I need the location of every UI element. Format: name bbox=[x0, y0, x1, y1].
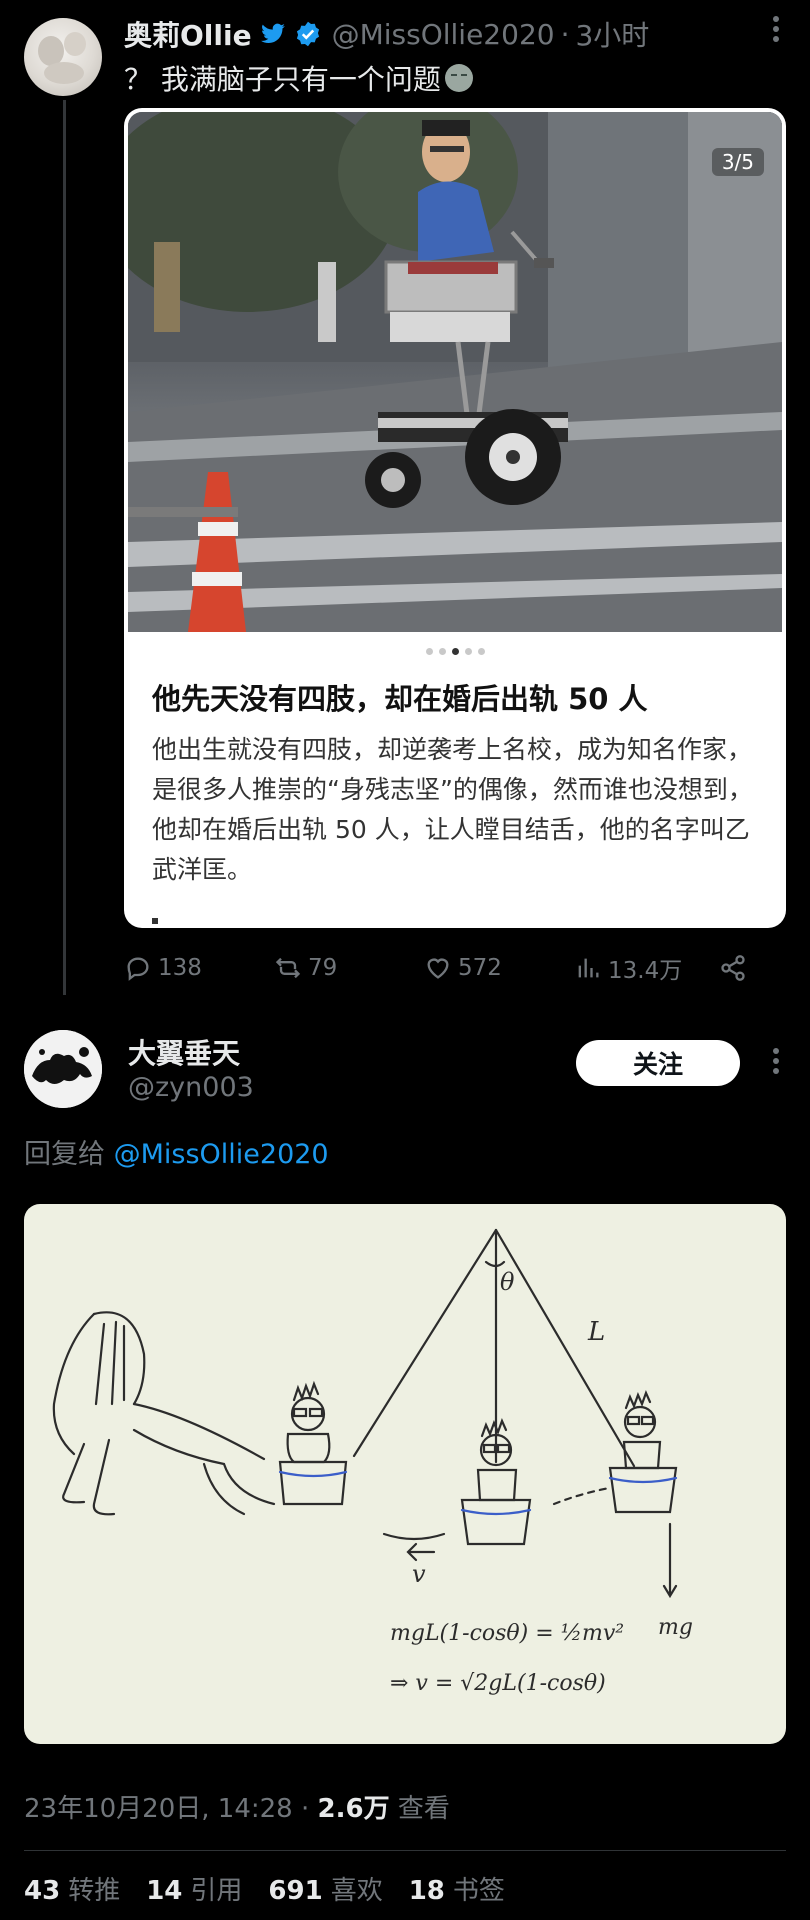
like-icon bbox=[427, 958, 449, 979]
map-silhouette-avatar bbox=[24, 1030, 102, 1108]
carousel-dot[interactable] bbox=[438, 648, 446, 655]
carousel-dot[interactable] bbox=[477, 648, 485, 655]
carousel-dot-active[interactable] bbox=[451, 648, 459, 655]
length-label: L bbox=[587, 1317, 605, 1347]
retweet-icon bbox=[275, 957, 301, 979]
retweets-stat-count: 43 bbox=[24, 1876, 61, 1906]
tweet-header: 奥莉Ollie @MissOllie2020 · 3小时 bbox=[124, 14, 649, 54]
velocity-equation: ⇒ v = √2gL(1-cosθ) bbox=[390, 1671, 606, 1696]
divider bbox=[24, 1850, 786, 1851]
reply-author-handle[interactable]: @zyn003 bbox=[128, 1072, 254, 1103]
like-action[interactable]: 572 bbox=[424, 954, 574, 982]
retweets-stat[interactable]: 43 转推 bbox=[24, 1870, 120, 1907]
carousel-dots bbox=[124, 648, 786, 655]
tweet-text: ？ 我满脑子只有一个问题 bbox=[124, 58, 473, 98]
separator-dot: · bbox=[300, 1794, 310, 1824]
carousel-dot[interactable] bbox=[464, 648, 472, 655]
retweets-stat-label: 转推 bbox=[68, 1876, 121, 1906]
tweet-text-content: ？ 我满脑子只有一个问题 bbox=[124, 63, 441, 96]
reply-meta: 23年10月20日, 14:28 · 2.6万 查看 bbox=[24, 1788, 450, 1825]
views-count: 13.4万 bbox=[608, 958, 683, 984]
reply-author-avatar[interactable] bbox=[24, 1030, 102, 1108]
carousel-dot[interactable] bbox=[425, 648, 433, 655]
bookmarks-stat-label: 书签 bbox=[452, 1876, 505, 1906]
quotes-stat-count: 14 bbox=[146, 1876, 183, 1906]
sick-face-emoji-icon bbox=[444, 64, 473, 92]
share-action[interactable] bbox=[719, 954, 747, 982]
image-counter: 3/5 bbox=[711, 148, 764, 176]
card-foot-mark bbox=[152, 918, 158, 924]
reply-to-prefix: 回复给 bbox=[24, 1139, 105, 1170]
retweet-count: 79 bbox=[308, 955, 338, 981]
author-avatar[interactable] bbox=[24, 18, 102, 96]
likes-stat[interactable]: 691 喜欢 bbox=[268, 1870, 382, 1907]
card-body: 他出生就没有四肢，却逆袭考上名校，成为知名作家，是很多人推崇的“身残志坚”的偶像… bbox=[152, 735, 753, 884]
velocity-label: v bbox=[412, 1560, 426, 1588]
card-photo[interactable]: 3/5 bbox=[128, 112, 782, 632]
retweet-action[interactable]: 79 bbox=[274, 954, 424, 982]
force-label: mg bbox=[658, 1615, 693, 1640]
pendulum-drawing: θ L v mg mgL(1-cosθ) = ½mv² ⇒ v = √2gL(1… bbox=[52, 1228, 693, 1696]
like-count: 572 bbox=[458, 955, 502, 981]
bookmarks-stat[interactable]: 18 书签 bbox=[409, 1870, 505, 1907]
energy-equation: mgL(1-cosθ) = ½mv² bbox=[390, 1621, 624, 1646]
reply-icon bbox=[127, 957, 149, 981]
reply-views-label: 查看 bbox=[397, 1794, 450, 1824]
reply-views-count: 2.6万 bbox=[317, 1794, 390, 1824]
likes-stat-label: 喜欢 bbox=[330, 1876, 383, 1906]
bookmarks-stat-count: 18 bbox=[408, 1876, 445, 1906]
pendulum-sketch-image[interactable]: θ L v mg mgL(1-cosθ) = ½mv² ⇒ v = √2gL(1… bbox=[24, 1204, 786, 1744]
reply-action[interactable]: 138 bbox=[124, 954, 274, 982]
theta-label: θ bbox=[500, 1268, 515, 1296]
tweet-actions: 138 79 572 13.4万 bbox=[124, 950, 774, 986]
quotes-stat[interactable]: 14 引用 bbox=[146, 1870, 242, 1907]
street-wheelchair-photo bbox=[128, 112, 782, 632]
reply-datetime[interactable]: 23年10月20日, 14:28 bbox=[24, 1794, 293, 1824]
twitter-bird-icon bbox=[260, 23, 285, 43]
card-title: 他先天没有四肢，却在婚后出轨 50 人 bbox=[152, 682, 648, 716]
more-icon[interactable] bbox=[766, 12, 786, 52]
tweet-time[interactable]: 3小时 bbox=[575, 14, 649, 54]
more-icon[interactable] bbox=[766, 1044, 786, 1084]
reply-author-name[interactable]: 大翼垂天 bbox=[128, 1032, 240, 1072]
quotes-stat-label: 引用 bbox=[190, 1876, 243, 1906]
quoted-card[interactable]: 3/5 他先天没有四肢，却在婚后出轨 50 人 他出生就没有四肢，却逆袭考上名校… bbox=[124, 108, 786, 928]
verified-badge-icon bbox=[296, 21, 319, 47]
reply-stats: 43 转推 14 引用 691 喜欢 18 书签 bbox=[24, 1870, 505, 1907]
likes-stat-count: 691 bbox=[268, 1876, 323, 1906]
reply-to-line: 回复给 @MissOllie2020 bbox=[24, 1132, 329, 1171]
thread-line bbox=[63, 100, 66, 995]
share-icon bbox=[721, 955, 745, 981]
follow-button[interactable]: 关注 bbox=[576, 1040, 740, 1086]
reply-count: 138 bbox=[158, 955, 202, 981]
separator-dot: · bbox=[560, 17, 570, 51]
views-icon bbox=[578, 958, 599, 978]
author-name[interactable]: 奥莉Ollie bbox=[124, 14, 252, 54]
views-action[interactable]: 13.4万 bbox=[574, 951, 719, 985]
reply-to-mention[interactable]: @MissOllie2020 bbox=[114, 1139, 329, 1170]
author-handle[interactable]: @MissOllie2020 bbox=[332, 18, 555, 51]
